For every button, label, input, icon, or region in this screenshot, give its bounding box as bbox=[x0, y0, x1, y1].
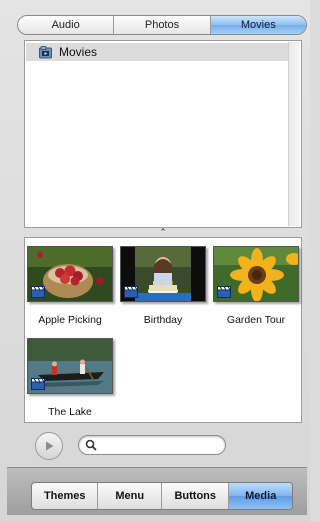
tab-movies[interactable]: Movies bbox=[209, 16, 306, 34]
splitter-caret-icon: ⌃ bbox=[159, 227, 167, 237]
pane-splitter[interactable]: ⌃ bbox=[24, 227, 302, 237]
movie-clapper-icon bbox=[124, 286, 138, 298]
tab-menu[interactable]: Menu bbox=[97, 483, 161, 509]
media-item-the-lake[interactable]: The Lake bbox=[25, 338, 115, 418]
movie-thumbnail bbox=[213, 246, 299, 302]
source-list-scrollbar[interactable] bbox=[288, 42, 300, 226]
media-title: Birthday bbox=[143, 314, 183, 326]
movie-thumbnail bbox=[120, 246, 206, 302]
movie-thumbnail bbox=[27, 246, 113, 302]
media-item-apple-picking[interactable]: Apple Picking bbox=[25, 246, 115, 326]
media-title: The Lake bbox=[48, 406, 92, 418]
media-browser-panel: Audio Photos Movies Movies ⌃ Apple Picki… bbox=[0, 0, 310, 522]
tab-photos[interactable]: Photos bbox=[113, 16, 209, 34]
play-button[interactable] bbox=[35, 432, 63, 460]
pane-tabs: Themes Menu Buttons Media bbox=[31, 482, 293, 510]
movie-clapper-icon bbox=[217, 286, 231, 298]
media-item-garden-tour[interactable]: Garden Tour bbox=[211, 246, 301, 326]
media-title: Apple Picking bbox=[38, 314, 102, 326]
tab-themes[interactable]: Themes bbox=[32, 483, 97, 509]
search-icon bbox=[85, 439, 97, 451]
play-icon bbox=[46, 441, 54, 451]
search-input[interactable] bbox=[99, 438, 219, 452]
media-item-birthday[interactable]: Birthday bbox=[118, 246, 208, 326]
media-grid: Apple Picking Birthday Garden Tour The L… bbox=[24, 237, 302, 423]
media-title: Garden Tour bbox=[226, 314, 286, 326]
movie-folder-icon bbox=[39, 45, 53, 59]
source-list: Movies bbox=[24, 40, 302, 228]
media-type-tabs: Audio Photos Movies bbox=[17, 15, 307, 35]
tab-buttons[interactable]: Buttons bbox=[161, 483, 228, 509]
source-label: Movies bbox=[59, 45, 98, 59]
movie-clapper-icon bbox=[31, 378, 45, 390]
tab-media[interactable]: Media bbox=[228, 483, 292, 509]
tab-audio[interactable]: Audio bbox=[18, 16, 113, 34]
movie-thumbnail bbox=[27, 338, 113, 394]
bottom-toolbar: Themes Menu Buttons Media bbox=[7, 467, 307, 515]
movie-clapper-icon bbox=[31, 286, 45, 298]
source-row-movies[interactable]: Movies bbox=[26, 43, 288, 61]
search-field[interactable] bbox=[78, 435, 226, 455]
